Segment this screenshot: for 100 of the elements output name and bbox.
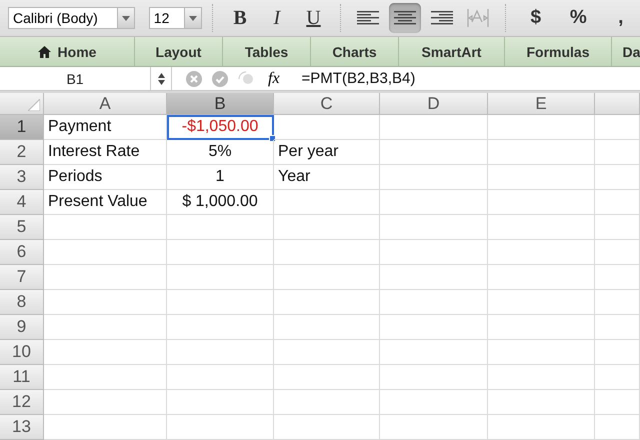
stepper-icon[interactable] [158, 72, 164, 84]
name-box[interactable]: B1 [0, 70, 150, 86]
font-dropdown[interactable]: Calibri (Body) [8, 7, 136, 29]
column-header[interactable]: D [380, 93, 488, 115]
empty-cell[interactable] [380, 190, 488, 215]
column-header[interactable]: C [274, 93, 380, 115]
ribbon-tab[interactable]: Layout [135, 37, 223, 66]
empty-cell[interactable] [167, 340, 274, 365]
confirm-icon[interactable] [212, 70, 228, 86]
table-cell[interactable]: Periods [44, 165, 167, 190]
underline-button[interactable]: U [297, 3, 330, 33]
empty-cell[interactable] [167, 265, 274, 290]
empty-cell[interactable] [274, 265, 380, 290]
empty-cell[interactable] [380, 290, 488, 315]
column-header[interactable]: E [488, 93, 595, 115]
empty-cell[interactable] [488, 115, 595, 140]
empty-cell[interactable] [274, 115, 380, 140]
empty-cell[interactable] [380, 265, 488, 290]
ribbon-tab[interactable]: Tables [223, 37, 311, 66]
empty-cell[interactable] [380, 340, 488, 365]
empty-cell[interactable] [380, 165, 488, 190]
table-cell[interactable]: $ 1,000.00 [167, 190, 274, 215]
empty-cell[interactable] [380, 115, 488, 140]
ribbon-tab[interactable]: Formulas [505, 37, 612, 66]
empty-cell[interactable] [595, 390, 640, 415]
italic-button[interactable]: I [260, 3, 294, 33]
empty-cell[interactable] [380, 390, 488, 415]
empty-cell[interactable] [595, 415, 640, 440]
empty-cell[interactable] [380, 140, 488, 165]
row-header[interactable]: 5 [0, 215, 44, 240]
ribbon-tab[interactable]: Charts [311, 37, 399, 66]
row-header[interactable]: 13 [0, 415, 44, 440]
empty-cell[interactable] [488, 190, 595, 215]
empty-cell[interactable] [488, 340, 595, 365]
empty-cell[interactable] [167, 365, 274, 390]
row-header[interactable]: 7 [0, 265, 44, 290]
row-header[interactable]: 4 [0, 190, 44, 215]
empty-cell[interactable] [380, 365, 488, 390]
empty-cell[interactable] [488, 140, 595, 165]
number-format-button[interactable]: % [559, 3, 598, 33]
column-header[interactable]: B [167, 93, 274, 115]
insert-function-button[interactable]: fx [268, 70, 280, 88]
table-cell[interactable]: Present Value [44, 190, 167, 215]
ribbon-tab[interactable]: Home [0, 37, 135, 66]
empty-cell[interactable] [167, 290, 274, 315]
empty-cell[interactable] [380, 315, 488, 340]
table-cell[interactable]: Year [274, 165, 380, 190]
row-header[interactable]: 3 [0, 165, 44, 190]
empty-cell[interactable] [595, 340, 640, 365]
table-cell[interactable]: Per year [274, 140, 380, 165]
row-header[interactable]: 2 [0, 140, 44, 165]
table-cell[interactable]: 1 [167, 165, 274, 190]
empty-cell[interactable] [488, 215, 595, 240]
row-header[interactable]: 12 [0, 390, 44, 415]
empty-cell[interactable] [167, 390, 274, 415]
number-format-button[interactable]: $ [516, 3, 556, 33]
cancel-icon[interactable] [186, 70, 202, 86]
bold-button[interactable]: B [224, 3, 256, 33]
table-cell[interactable]: 5% [167, 140, 274, 165]
empty-cell[interactable] [488, 365, 595, 390]
row-header[interactable]: 1 [0, 115, 44, 140]
empty-cell[interactable] [595, 115, 640, 140]
empty-cell[interactable] [595, 290, 640, 315]
empty-cell[interactable] [274, 340, 380, 365]
empty-cell[interactable] [488, 240, 595, 265]
empty-cell[interactable] [595, 215, 640, 240]
empty-cell[interactable] [488, 390, 595, 415]
table-cell[interactable]: Payment [44, 115, 167, 140]
column-header[interactable] [595, 93, 640, 115]
empty-cell[interactable] [595, 190, 640, 215]
select-all-icon[interactable] [28, 99, 40, 111]
empty-cell[interactable] [595, 240, 640, 265]
row-header[interactable]: 10 [0, 340, 44, 365]
empty-cell[interactable] [488, 415, 595, 440]
row-header[interactable]: 11 [0, 365, 44, 390]
empty-cell[interactable] [380, 215, 488, 240]
empty-cell[interactable] [274, 240, 380, 265]
empty-cell[interactable] [595, 265, 640, 290]
empty-cell[interactable] [380, 240, 488, 265]
empty-cell[interactable] [167, 215, 274, 240]
empty-cell[interactable] [595, 315, 640, 340]
row-header[interactable]: 6 [0, 240, 44, 265]
empty-cell[interactable] [274, 315, 380, 340]
fill-handle[interactable] [269, 135, 276, 142]
row-header[interactable]: 9 [0, 315, 44, 340]
empty-cell[interactable] [488, 315, 595, 340]
formula-text[interactable]: =PMT(B2,B3,B4) [288, 70, 416, 87]
empty-cell[interactable] [488, 165, 595, 190]
empty-cell[interactable] [274, 390, 380, 415]
empty-cell[interactable] [380, 415, 488, 440]
empty-cell[interactable] [488, 265, 595, 290]
font-size-dropdown[interactable]: 12 [148, 7, 202, 29]
empty-cell[interactable] [274, 415, 380, 440]
empty-cell[interactable] [167, 315, 274, 340]
empty-cell[interactable] [595, 165, 640, 190]
empty-cell[interactable] [595, 140, 640, 165]
empty-cell[interactable] [274, 290, 380, 315]
empty-cell[interactable] [167, 240, 274, 265]
table-cell[interactable]: Interest Rate [44, 140, 167, 165]
empty-cell[interactable] [274, 365, 380, 390]
